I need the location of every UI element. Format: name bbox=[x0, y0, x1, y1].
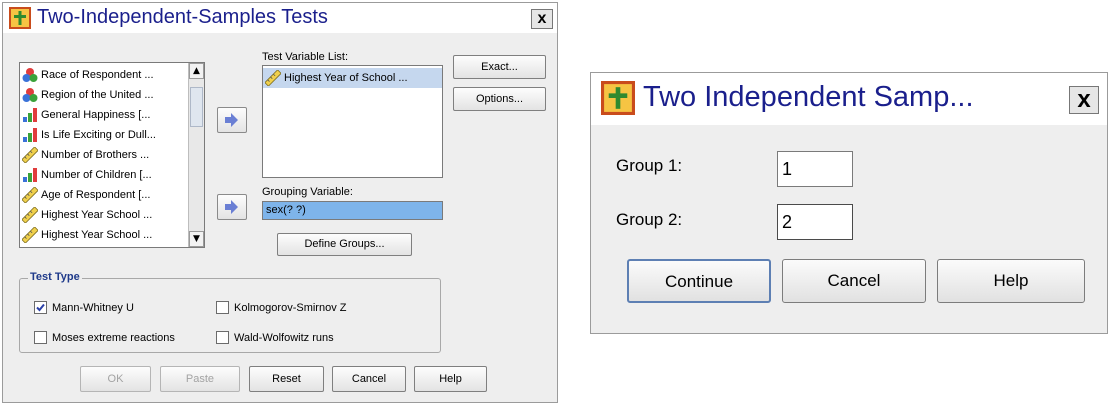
vertical-scrollbar[interactable]: ▲ ▼ bbox=[188, 63, 204, 247]
checkbox-icon[interactable] bbox=[216, 331, 229, 344]
list-item[interactable]: Number of Brothers ... bbox=[20, 145, 188, 165]
mann-whitney-checkbox[interactable]: Mann-Whitney U bbox=[34, 301, 134, 314]
ordinal-icon bbox=[23, 108, 37, 122]
continue-button[interactable]: Continue bbox=[627, 259, 771, 303]
grouping-variable-field[interactable]: sex(? ?) bbox=[262, 201, 443, 220]
close-button[interactable]: x bbox=[1069, 86, 1099, 114]
options-button[interactable]: Options... bbox=[453, 87, 546, 111]
list-item[interactable]: Highest Year School ... bbox=[20, 205, 188, 225]
scale-icon bbox=[265, 70, 281, 86]
arrow-right-icon bbox=[225, 200, 238, 214]
title-bar[interactable]: Two-Independent-Samples Tests x bbox=[3, 3, 557, 33]
ordinal-icon bbox=[23, 168, 37, 182]
scale-icon bbox=[22, 227, 38, 243]
reset-button[interactable]: Reset bbox=[249, 366, 324, 392]
list-item[interactable]: Highest Year School ... bbox=[20, 225, 188, 245]
dialog-title: Two Independent Samp... bbox=[643, 81, 974, 113]
scroll-up-icon[interactable]: ▲ bbox=[189, 63, 204, 79]
group-1-input[interactable]: 1 bbox=[777, 151, 853, 187]
scroll-down-icon[interactable]: ▼ bbox=[189, 231, 204, 247]
nominal-icon bbox=[22, 88, 38, 102]
group-2-input[interactable]: 2 bbox=[777, 204, 853, 240]
moses-extreme-checkbox[interactable]: Moses extreme reactions bbox=[34, 331, 175, 344]
cancel-button[interactable]: Cancel bbox=[782, 259, 926, 303]
list-item[interactable]: General Happiness [... bbox=[20, 105, 188, 125]
test-variable-list[interactable]: Highest Year of School ... bbox=[262, 65, 443, 178]
test-variable-list-label: Test Variable List: bbox=[262, 51, 349, 63]
dialog-title: Two-Independent-Samples Tests bbox=[37, 6, 328, 28]
scale-icon bbox=[22, 147, 38, 163]
two-independent-samples-dialog: Two-Independent-Samples Tests x Race of … bbox=[2, 2, 558, 403]
move-to-test-list-button[interactable] bbox=[217, 107, 247, 133]
help-button[interactable]: Help bbox=[937, 259, 1085, 303]
checkbox-icon[interactable] bbox=[34, 331, 47, 344]
paste-button[interactable]: Paste bbox=[160, 366, 240, 392]
group-1-label: Group 1: bbox=[616, 156, 683, 175]
nominal-icon bbox=[22, 68, 38, 82]
spss-app-icon bbox=[601, 81, 635, 115]
define-groups-dialog: Two Independent Samp... x Group 1: 1 Gro… bbox=[590, 72, 1108, 334]
list-item[interactable]: Race of Respondent ... bbox=[20, 65, 188, 85]
kolmogorov-smirnov-checkbox[interactable]: Kolmogorov-Smirnov Z bbox=[216, 301, 346, 314]
list-item[interactable]: Region of the United ... bbox=[20, 85, 188, 105]
scale-icon bbox=[22, 187, 38, 203]
list-item[interactable]: Number of Children [... bbox=[20, 165, 188, 185]
checkbox-icon[interactable] bbox=[216, 301, 229, 314]
cancel-button[interactable]: Cancel bbox=[332, 366, 406, 392]
title-bar[interactable]: Two Independent Samp... x bbox=[591, 73, 1107, 125]
define-groups-button[interactable]: Define Groups... bbox=[277, 233, 412, 256]
ok-button[interactable]: OK bbox=[80, 366, 151, 392]
grouping-variable-label: Grouping Variable: bbox=[262, 186, 353, 198]
group-2-label: Group 2: bbox=[616, 210, 683, 229]
close-button[interactable]: x bbox=[531, 9, 553, 29]
ordinal-icon bbox=[23, 128, 37, 142]
wald-wolfowitz-checkbox[interactable]: Wald-Wolfowitz runs bbox=[216, 331, 334, 344]
checkbox-checked-icon[interactable] bbox=[34, 301, 47, 314]
scale-icon bbox=[22, 207, 38, 223]
spss-app-icon bbox=[9, 7, 31, 29]
arrow-right-icon bbox=[225, 113, 238, 127]
test-type-group: Test Type Mann-Whitney U Kolmogorov-Smir… bbox=[19, 271, 441, 353]
test-type-title: Test Type bbox=[28, 271, 82, 283]
list-item[interactable]: Highest Year of School ... bbox=[263, 68, 442, 88]
move-to-grouping-button[interactable] bbox=[217, 194, 247, 220]
help-button[interactable]: Help bbox=[414, 366, 487, 392]
source-variable-list[interactable]: Race of Respondent ... Region of the Uni… bbox=[19, 62, 205, 248]
list-item[interactable]: Is Life Exciting or Dull... bbox=[20, 125, 188, 145]
exact-button[interactable]: Exact... bbox=[453, 55, 546, 79]
list-item[interactable]: Age of Respondent [... bbox=[20, 185, 188, 205]
scrollbar-thumb[interactable] bbox=[190, 87, 203, 127]
